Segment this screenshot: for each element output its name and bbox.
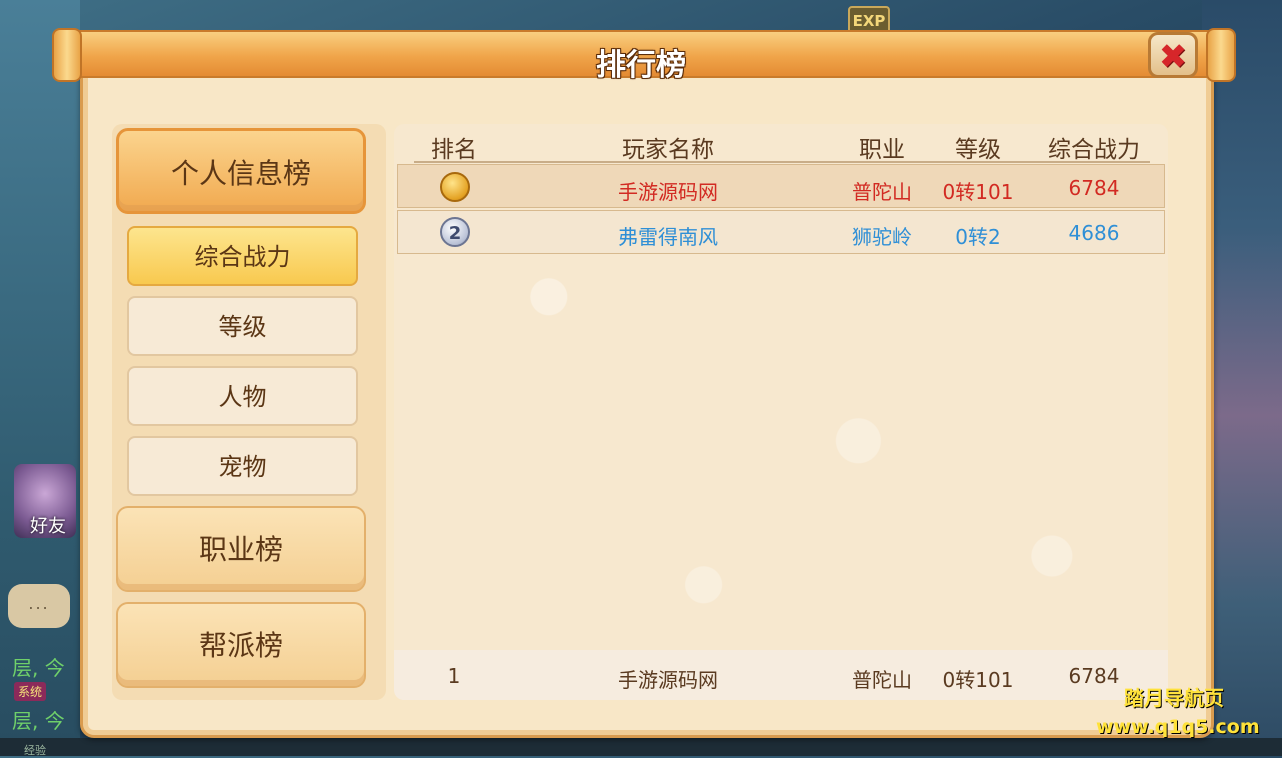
subtab-combat-power[interactable]: 综合战力 xyxy=(127,226,358,286)
subtab-pet[interactable]: 宠物 xyxy=(127,436,358,496)
header-player-name: 玩家名称 xyxy=(622,137,714,163)
tab-profession-ranking[interactable]: 职业榜 xyxy=(116,506,366,592)
system-tag: 系统 xyxy=(14,682,47,701)
row-combat-power: 4686 xyxy=(1068,221,1120,245)
subtab-level[interactable]: 等级 xyxy=(127,296,358,356)
close-button[interactable]: ✖ xyxy=(1148,32,1198,78)
scroll-cap-right xyxy=(1206,28,1236,82)
row-profession: 普陀山 xyxy=(852,180,912,204)
game-background-right xyxy=(1202,0,1282,756)
self-rank: 1 xyxy=(447,664,461,688)
watermark-url: www.q1q5.com xyxy=(1096,716,1260,738)
silver-medal-icon: 2 xyxy=(440,217,470,247)
header-rank: 排名 xyxy=(431,137,477,163)
scroll-cap-left xyxy=(52,28,82,82)
header-combat-power: 综合战力 xyxy=(1048,137,1140,163)
self-profession: 普陀山 xyxy=(852,668,912,692)
tab-guild-ranking[interactable]: 帮派榜 xyxy=(116,602,366,688)
self-level: 0转101 xyxy=(942,668,1014,692)
chat-text-2: 层, 今 xyxy=(12,709,65,733)
header-divider xyxy=(414,161,1150,163)
game-background-left xyxy=(0,0,80,756)
chat-bubble-icon[interactable]: ... xyxy=(8,584,70,628)
page-title: 排行榜 xyxy=(596,48,686,83)
row-profession: 狮驼岭 xyxy=(852,225,912,249)
header-level: 等级 xyxy=(955,137,1001,163)
row-combat-power: 6784 xyxy=(1068,176,1120,200)
header-profession: 职业 xyxy=(859,137,905,163)
row-player-name: 手游源码网 xyxy=(618,180,718,204)
self-player-name: 手游源码网 xyxy=(618,668,718,692)
row-level: 0转2 xyxy=(955,225,1001,249)
watermark-title: 踏月导航页 xyxy=(1124,686,1224,710)
row-player-name: 弗雷得南风 xyxy=(618,225,718,249)
gold-medal-icon xyxy=(440,172,470,202)
tab-personal-ranking[interactable]: 个人信息榜 xyxy=(116,128,366,214)
row-level: 0转101 xyxy=(942,180,1014,204)
game-bottom-bar xyxy=(0,738,1282,756)
friend-label: 好友 xyxy=(30,516,66,537)
subtab-character[interactable]: 人物 xyxy=(127,366,358,426)
chat-text-1: 层, 今 xyxy=(12,656,65,680)
